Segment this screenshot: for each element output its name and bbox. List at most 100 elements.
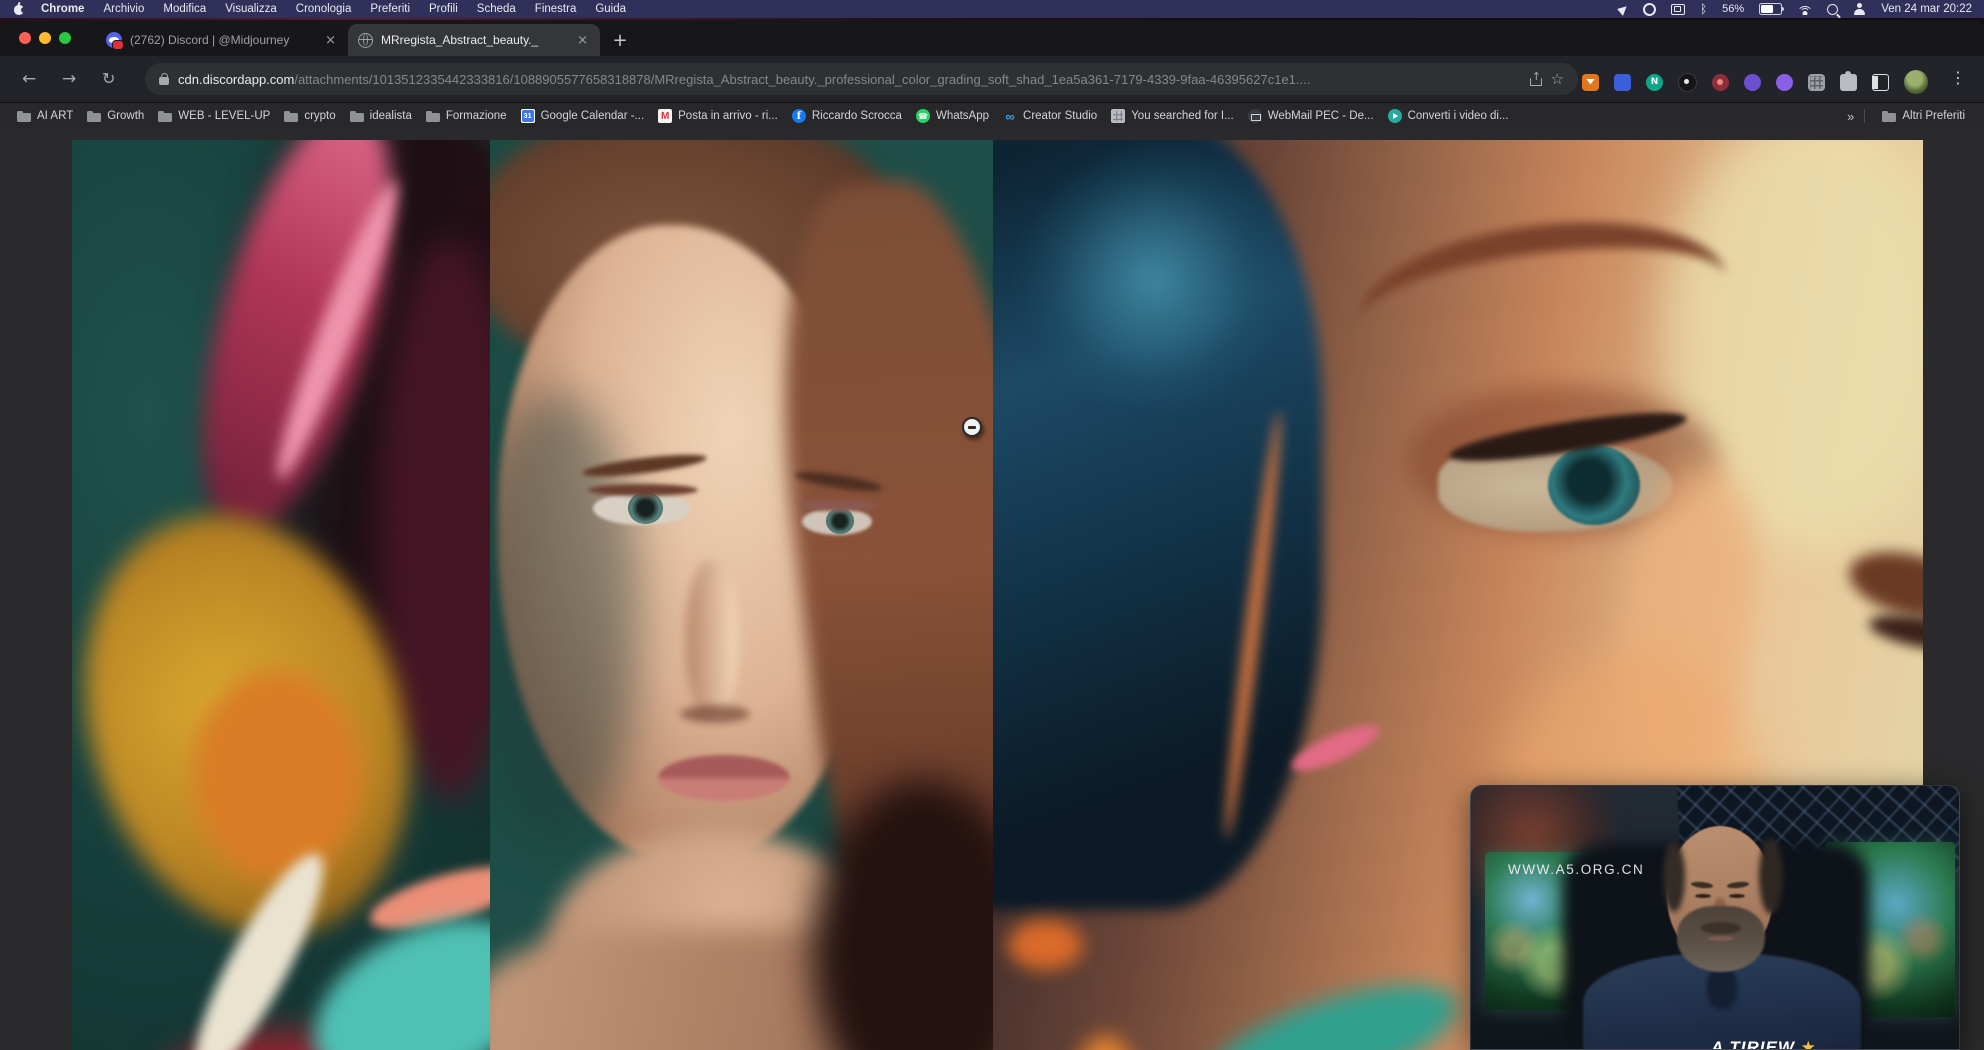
new-tab-button[interactable]: +	[606, 26, 634, 54]
bookmark-folder-crypto[interactable]: crypto	[277, 109, 342, 123]
url-text: cdn.discordapp.com /attachments/10135123…	[178, 72, 1521, 87]
bookmark-folder-ai-art[interactable]: AI ART	[10, 109, 80, 123]
bookmark-webmail-pec[interactable]: WebMail PEC - De...	[1241, 109, 1381, 123]
red-extension-icon[interactable]	[1712, 74, 1729, 91]
bookmark-facebook-profile[interactable]: Riccardo Scrocca	[785, 109, 909, 123]
bookmark-whatsapp[interactable]: WhatsApp	[909, 109, 996, 123]
bookmark-gmail-inbox[interactable]: Posta in arrivo - ri...	[651, 109, 785, 123]
forward-button[interactable]: →	[62, 68, 76, 90]
lips-shape	[658, 755, 790, 801]
bluetooth-icon[interactable]: ᛒ	[1700, 3, 1707, 15]
orange-bokeh-shape	[1008, 920, 1083, 970]
bookmark-label: WEB - LEVEL-UP	[178, 110, 270, 122]
side-panel-icon[interactable]	[1872, 74, 1889, 91]
menu-finestra[interactable]: Finestra	[535, 3, 577, 15]
other-bookmarks-folder[interactable]: Altri Preferiti	[1875, 109, 1972, 123]
tab-image-active[interactable]: MRregista_Abstract_beauty._ ×	[348, 24, 600, 56]
violet-extension-icon[interactable]	[1776, 74, 1793, 91]
globe-favicon	[358, 33, 373, 48]
close-tab-icon[interactable]: ×	[323, 33, 338, 48]
bookmark-folder-idealista[interactable]: idealista	[343, 109, 419, 123]
address-bar[interactable]: cdn.discordapp.com /attachments/10135123…	[145, 63, 1578, 95]
orange-core-shape	[192, 670, 362, 880]
url-host: cdn.discordapp.com	[178, 72, 294, 87]
location-icon[interactable]	[1617, 3, 1630, 16]
hair-left	[1663, 842, 1685, 912]
menu-preferiti[interactable]: Preferiti	[370, 3, 410, 15]
grid-extension-icon[interactable]	[1808, 74, 1825, 91]
metamask-extension-icon[interactable]	[1582, 74, 1599, 91]
tab-discord[interactable]: (2762) Discord | @Midjourney ×	[96, 24, 348, 56]
bookmark-folder-growth[interactable]: Growth	[80, 109, 151, 123]
menu-chrome[interactable]: Chrome	[41, 3, 84, 15]
menu-modifica[interactable]: Modifica	[163, 3, 206, 15]
left-eyelid-shape	[588, 484, 698, 496]
bookmark-folder-web-level-up[interactable]: WEB - LEVEL-UP	[151, 109, 277, 123]
whatsapp-icon	[916, 109, 930, 123]
bookmark-folder-formazione[interactable]: Formazione	[419, 109, 514, 123]
url-path: /attachments/1013512335442333816/1088905…	[294, 72, 1520, 87]
apple-menu-icon[interactable]	[14, 3, 25, 16]
profile-avatar[interactable]	[1904, 70, 1928, 94]
presenter-mustache	[1701, 922, 1741, 934]
fullscreen-window-button[interactable]	[59, 32, 71, 44]
bookmark-you-searched[interactable]: You searched for I...	[1104, 109, 1241, 123]
user-switch-icon[interactable]	[1853, 3, 1866, 15]
bookmark-google-calendar[interactable]: Google Calendar -...	[514, 109, 652, 123]
back-button[interactable]: ←	[22, 68, 36, 90]
bookmark-label: Riccardo Scrocca	[812, 110, 902, 122]
shirt-collar	[1707, 967, 1737, 1009]
teal-n-extension-icon[interactable]	[1646, 74, 1663, 91]
bookmark-creator-studio[interactable]: Creator Studio	[996, 109, 1104, 123]
bookmark-label: Formazione	[446, 110, 507, 122]
bookmarks-bar-tail: » Altri Preferiti	[1847, 109, 1984, 124]
tab-title: MRregista_Abstract_beauty._	[381, 33, 567, 47]
blue-extension-icon[interactable]	[1614, 74, 1631, 91]
folder-icon	[284, 109, 298, 123]
right-eyelid-shape	[798, 500, 878, 511]
partial-logo-text: A TIRIEW ★	[1711, 1038, 1817, 1050]
bookmark-label: Creator Studio	[1023, 110, 1097, 122]
discord-favicon	[106, 32, 122, 48]
menu-scheda[interactable]: Scheda	[477, 3, 516, 15]
menu-cronologia[interactable]: Cronologia	[296, 3, 352, 15]
left-iris-shape	[628, 492, 663, 524]
extensions-puzzle-icon[interactable]	[1840, 74, 1857, 91]
dark-extension-icon[interactable]	[1678, 73, 1697, 92]
lock-icon[interactable]	[159, 73, 169, 85]
spotlight-search-icon[interactable]	[1827, 4, 1838, 15]
menu-profili[interactable]: Profili	[429, 3, 458, 15]
close-tab-icon[interactable]: ×	[575, 33, 590, 48]
record-circle-icon[interactable]	[1643, 3, 1656, 16]
close-window-button[interactable]	[19, 32, 31, 44]
battery-icon[interactable]	[1759, 3, 1782, 15]
tab-title: (2762) Discord | @Midjourney	[130, 33, 315, 47]
teal-glow-shape	[1023, 150, 1283, 410]
iris-shape	[1548, 445, 1640, 525]
bookmark-video-convert[interactable]: Converti i video di...	[1381, 109, 1516, 123]
bookmark-star-icon[interactable]: ☆	[1551, 70, 1564, 88]
webmail-icon	[1248, 109, 1262, 123]
menu-archivio[interactable]: Archivio	[103, 3, 144, 15]
right-iris-shape	[826, 508, 854, 534]
nose-shape	[686, 560, 738, 720]
purple-extension-icon[interactable]	[1744, 74, 1761, 91]
share-icon[interactable]	[1530, 73, 1542, 86]
meta-icon	[1003, 109, 1017, 123]
menu-clock[interactable]: Ven 24 mar 20:22	[1881, 3, 1972, 15]
minimize-window-button[interactable]	[39, 32, 51, 44]
bookmark-label: Growth	[107, 110, 144, 122]
wifi-icon[interactable]	[1797, 4, 1812, 15]
bookmark-label: Converti i video di...	[1408, 110, 1509, 122]
reload-button[interactable]: ↻	[102, 68, 115, 90]
star-icon: ★	[1801, 1038, 1817, 1050]
display-icon[interactable]	[1671, 4, 1685, 15]
google-calendar-icon	[521, 109, 535, 123]
bookmarks-overflow-chevron[interactable]: »	[1847, 109, 1854, 124]
chrome-menu-icon[interactable]: ⋮	[1950, 68, 1966, 87]
menu-guida[interactable]: Guida	[595, 3, 626, 15]
nostril-shadow-shape	[680, 705, 750, 723]
menu-visualizza[interactable]: Visualizza	[225, 3, 277, 15]
tabs-container: (2762) Discord | @Midjourney × MRregista…	[96, 24, 634, 56]
partial-logo-label: A TIRIEW	[1711, 1038, 1795, 1050]
